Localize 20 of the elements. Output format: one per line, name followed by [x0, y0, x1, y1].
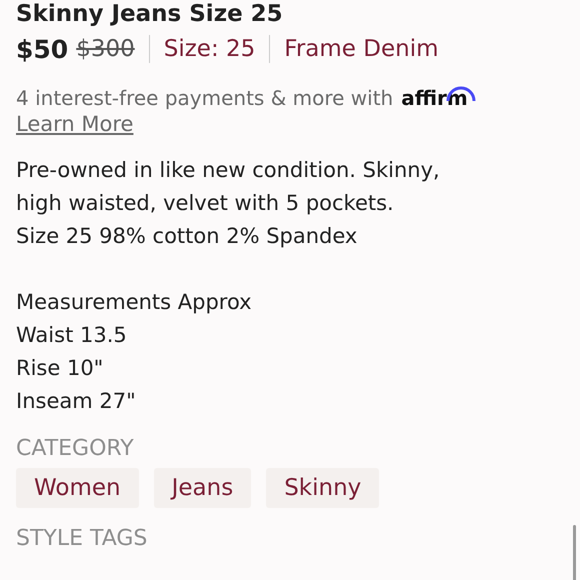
description-line: Inseam 27": [16, 388, 137, 415]
description-line: Waist 13.5: [16, 322, 128, 349]
section-heading: CATEGORY: [16, 435, 135, 463]
description-line: Pre-owned in like new condition. Skinny,: [16, 157, 441, 184]
category-tag[interactable]: Skinny: [266, 468, 380, 508]
category-tag[interactable]: Jeans: [154, 468, 252, 508]
original-price: $300: [76, 36, 135, 62]
description-line: Size 25 98% cotton 2% Spandex: [16, 223, 358, 250]
scrollbar-thumb[interactable]: [573, 525, 576, 580]
description-line: Measurements Approx: [16, 289, 253, 316]
listing-title: Skinny Jeans Size 25: [16, 0, 284, 28]
section-heading: STYLE TAGS: [16, 525, 148, 553]
description-line: high waisted, velvet with 5 pockets.: [16, 190, 395, 217]
price: $50: [16, 34, 68, 64]
learn-more-link[interactable]: Learn More: [16, 112, 134, 136]
brand-link[interactable]: Frame Denim: [284, 36, 438, 62]
financing-text: 4 interest-free payments & more with: [16, 86, 394, 110]
size-label[interactable]: Size: 25: [164, 36, 256, 62]
category-tag[interactable]: Women: [16, 468, 139, 508]
description-line: Rise 10": [16, 355, 104, 382]
